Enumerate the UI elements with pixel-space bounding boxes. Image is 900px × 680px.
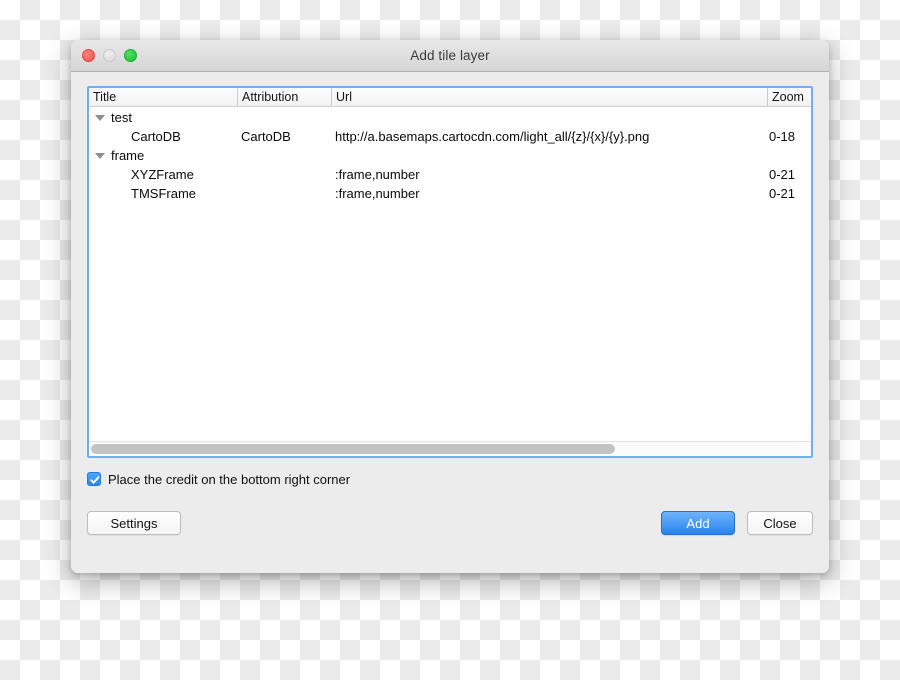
- add-button[interactable]: Add: [661, 511, 735, 535]
- column-header-title[interactable]: Title: [89, 88, 237, 106]
- maximize-window-button[interactable]: [124, 49, 137, 62]
- credit-checkbox[interactable]: [87, 472, 101, 486]
- tile-layer-tree[interactable]: Title Attribution Url Zoom test CartoDB: [87, 86, 813, 458]
- close-button[interactable]: Close: [747, 511, 813, 535]
- table-row[interactable]: CartoDB CartoDB http://a.basemaps.cartoc…: [89, 127, 811, 146]
- title-cell: XYZFrame: [131, 167, 194, 182]
- minimize-window-button[interactable]: [103, 49, 116, 62]
- zoom-cell: 0-21: [769, 167, 796, 182]
- zoom-cell: 0-18: [769, 129, 796, 144]
- zoom-cell: 0-21: [769, 186, 796, 201]
- group-title-cell: test: [89, 108, 237, 127]
- column-header-zoom[interactable]: Zoom: [767, 88, 811, 106]
- url-cell: :frame,number: [335, 186, 420, 201]
- chevron-down-icon[interactable]: [95, 114, 105, 121]
- table-row[interactable]: XYZFrame :frame,number 0-21: [89, 165, 811, 184]
- add-tile-layer-dialog: Add tile layer Title Attribution Url Zoo…: [71, 40, 829, 573]
- column-header-url[interactable]: Url: [331, 88, 767, 106]
- settings-button[interactable]: Settings: [87, 511, 181, 535]
- group-label: frame: [111, 148, 145, 163]
- title-cell: TMSFrame: [131, 186, 196, 201]
- attribution-cell: CartoDB: [241, 129, 291, 144]
- credit-checkbox-label: Place the credit on the bottom right cor…: [108, 471, 351, 487]
- group-label: test: [111, 110, 132, 125]
- traffic-light-group: [82, 49, 137, 62]
- table-row[interactable]: test: [89, 108, 811, 127]
- title-cell: CartoDB: [131, 129, 181, 144]
- url-cell: :frame,number: [335, 167, 420, 182]
- group-title-cell: frame: [89, 146, 237, 165]
- window-titlebar: Add tile layer: [71, 40, 829, 72]
- dialog-body: Title Attribution Url Zoom test CartoDB: [71, 72, 829, 573]
- scrollbar-thumb[interactable]: [91, 444, 616, 454]
- dialog-button-bar: Settings Add Close: [87, 510, 813, 536]
- column-header-attribution[interactable]: Attribution: [237, 88, 331, 106]
- table-row[interactable]: frame: [89, 146, 811, 165]
- tree-column-headers: Title Attribution Url Zoom: [89, 88, 811, 107]
- close-window-button[interactable]: [82, 49, 95, 62]
- credit-checkbox-row[interactable]: Place the credit on the bottom right cor…: [87, 470, 813, 488]
- url-cell: http://a.basemaps.cartocdn.com/light_all…: [335, 129, 650, 144]
- table-row[interactable]: TMSFrame :frame,number 0-21: [89, 184, 811, 203]
- window-title: Add tile layer: [410, 48, 490, 63]
- horizontal-scrollbar[interactable]: [89, 441, 811, 456]
- tree-rows: test CartoDB CartoDB http://a.basemaps.c…: [89, 107, 811, 441]
- chevron-down-icon[interactable]: [95, 152, 105, 159]
- checkmark-icon: [90, 476, 100, 484]
